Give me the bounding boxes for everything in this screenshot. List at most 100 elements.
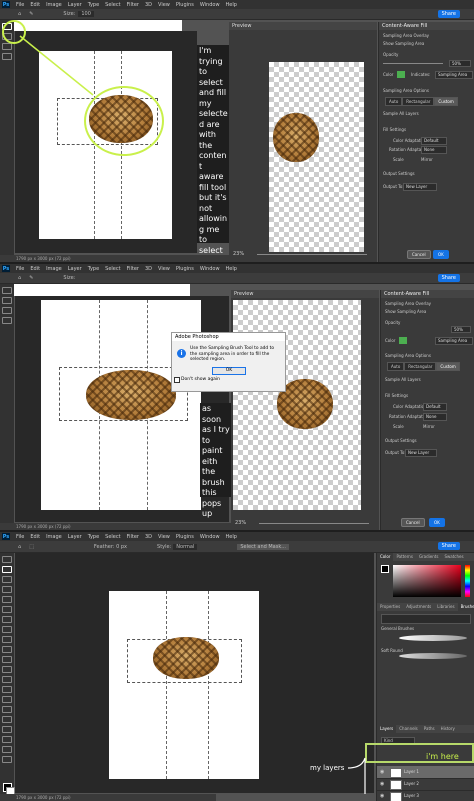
rotation-adaptation-dropdown[interactable]: None [421,146,447,154]
color-label: Color [383,72,394,77]
section-fill-settings[interactable]: Fill Settings [383,127,406,132]
section-overlay[interactable]: Sampling Area Overlay [385,301,431,306]
show-sampling-checkbox[interactable]: Show Sampling Area [385,309,426,314]
rectangular-option[interactable]: Rectangular [404,362,437,371]
zoom-slider[interactable] [259,523,369,524]
panel-title: Content-Aware Fill [379,22,474,30]
custom-option[interactable]: Custom [436,362,460,371]
zoom-readout: 23% [235,520,247,526]
indicates-dropdown[interactable]: Sampling Area [435,337,473,345]
mirror-checkbox[interactable]: Mirror [423,424,435,429]
blank-overlay [14,284,190,296]
share-button[interactable]: Share [437,274,460,282]
menu-layer[interactable]: Layer [68,266,82,272]
output-to-dropdown[interactable]: New Layer [405,449,437,457]
rectangular-option[interactable]: Rectangular [402,97,435,106]
options-bar: ⌂ ✎ Size: Share [0,273,474,284]
dialog-ok-button[interactable]: OK [212,367,246,375]
cancel-button[interactable]: Cancel [401,518,425,527]
brace-line [347,757,366,794]
dialog-message: Use the Sampling Brush Tool to add to th… [190,346,275,362]
user-note-2: as soon as I try to paint eith the brush… [200,403,232,518]
workspace-left [15,296,229,522]
sample-all-layers-checkbox[interactable]: Sample All Layers [383,111,419,116]
ok-button[interactable]: OK [433,250,449,259]
section-fill-settings[interactable]: Fill Settings [385,393,408,398]
menu-select[interactable]: Select [105,266,120,272]
brace-svg [347,757,366,794]
status-bar: 1790 px x 3000 px (72 ppi) [0,794,216,801]
section-sampling-options[interactable]: Sampling Area Options [383,88,429,93]
overlay-color-swatch[interactable] [399,337,407,344]
menu-file[interactable]: File [16,266,24,272]
menu-plugins[interactable]: Plugins [176,266,194,272]
zoom-tool-icon[interactable] [2,317,12,324]
info-icon: i [177,349,186,358]
callout-line [19,35,94,96]
brush-preset-icon[interactable]: ✎ [29,275,33,281]
photoshop-logo-icon: Ps [2,265,10,272]
auto-option[interactable]: Auto [385,97,403,106]
color-adaptation-label: Color Adaptation [393,404,427,409]
screenshot-2: Ps File Edit Image Layer Type Select Fil… [0,264,474,530]
section-output-settings[interactable]: Output Settings [385,438,417,443]
content-aware-fill-panel: Content-Aware Fill Sampling Area Overlay… [380,290,474,530]
menu-edit[interactable]: Edit [30,266,40,272]
dont-show-checkbox[interactable] [174,377,180,383]
opacity-label: Opacity [385,320,401,325]
section-output-settings[interactable]: Output Settings [383,171,415,176]
preview-title: Preview [229,22,377,30]
opacity-label: Opacity [383,52,399,57]
indicates-label: Indicates: [411,72,431,77]
screenshot-1: Ps File Edit Image Layer Type Select Fil… [0,0,474,262]
sample-all-layers-checkbox[interactable]: Sample All Layers [385,377,421,382]
tools-panel [0,284,14,530]
color-adaptation-dropdown[interactable]: Default [421,137,447,145]
color-label: Color [385,338,396,343]
scale-checkbox[interactable]: Scale [393,157,404,162]
lasso-tool-icon[interactable] [2,297,12,304]
dialog-title: Adobe Photoshop [172,333,285,341]
preview-checkerboard [269,62,364,252]
menu-type[interactable]: Type [88,266,99,272]
status-bar: 1790 px x 3000 px (72 ppi) [0,255,231,262]
sampling-mode-segment: Auto Rectangular Custom [385,97,458,106]
output-to-label: Output To: [383,184,404,189]
color-adaptation-dropdown[interactable]: Default [423,403,447,411]
mirror-checkbox[interactable]: Mirror [421,157,433,162]
sampling-brush-tool-icon[interactable] [2,287,12,294]
dont-show-label: Don't show again [181,377,221,382]
custom-option[interactable]: Custom [434,97,458,106]
show-sampling-checkbox[interactable]: Show Sampling Area [383,41,424,46]
output-to-label: Output To: [385,450,406,455]
menu-3d[interactable]: 3D [145,266,152,272]
overlay-color-swatch[interactable] [397,71,405,78]
section-overlay[interactable]: Sampling Area Overlay [383,33,429,38]
hand-tool-icon[interactable] [2,307,12,314]
menu-image[interactable]: Image [46,266,62,272]
auto-option[interactable]: Auto [387,362,405,371]
menu-bar: Ps File Edit Image Layer Type Select Fil… [0,264,474,273]
rotation-adaptation-dropdown[interactable]: None [423,413,447,421]
preview-pane: Preview 23% [231,290,379,530]
opacity-slider[interactable] [383,63,443,64]
menu-help[interactable]: Help [226,266,237,272]
menu-filter[interactable]: Filter [127,266,139,272]
menu-window[interactable]: Window [200,266,220,272]
indicates-dropdown[interactable]: Sampling Area [435,71,473,79]
size-label: Size: [63,275,76,281]
scale-checkbox[interactable]: Scale [393,424,404,429]
status-bar: 1790 px x 3000 px (72 ppi) [0,523,231,530]
menu-view[interactable]: View [158,266,170,272]
pineapple-image [86,370,176,420]
opacity-field[interactable]: 50% [451,326,471,333]
ok-button[interactable]: OK [429,518,445,527]
cancel-button[interactable]: Cancel [407,250,431,259]
content-aware-fill-panel: Content-Aware Fill Sampling Area Overlay… [378,22,474,262]
output-to-dropdown[interactable]: New Layer [403,183,437,191]
preview-pane: Preview 23% [229,22,377,262]
section-sampling-options[interactable]: Sampling Area Options [385,353,431,358]
zoom-slider[interactable] [257,254,367,255]
home-icon[interactable]: ⌂ [18,275,21,281]
opacity-field[interactable]: 50% [449,60,471,67]
